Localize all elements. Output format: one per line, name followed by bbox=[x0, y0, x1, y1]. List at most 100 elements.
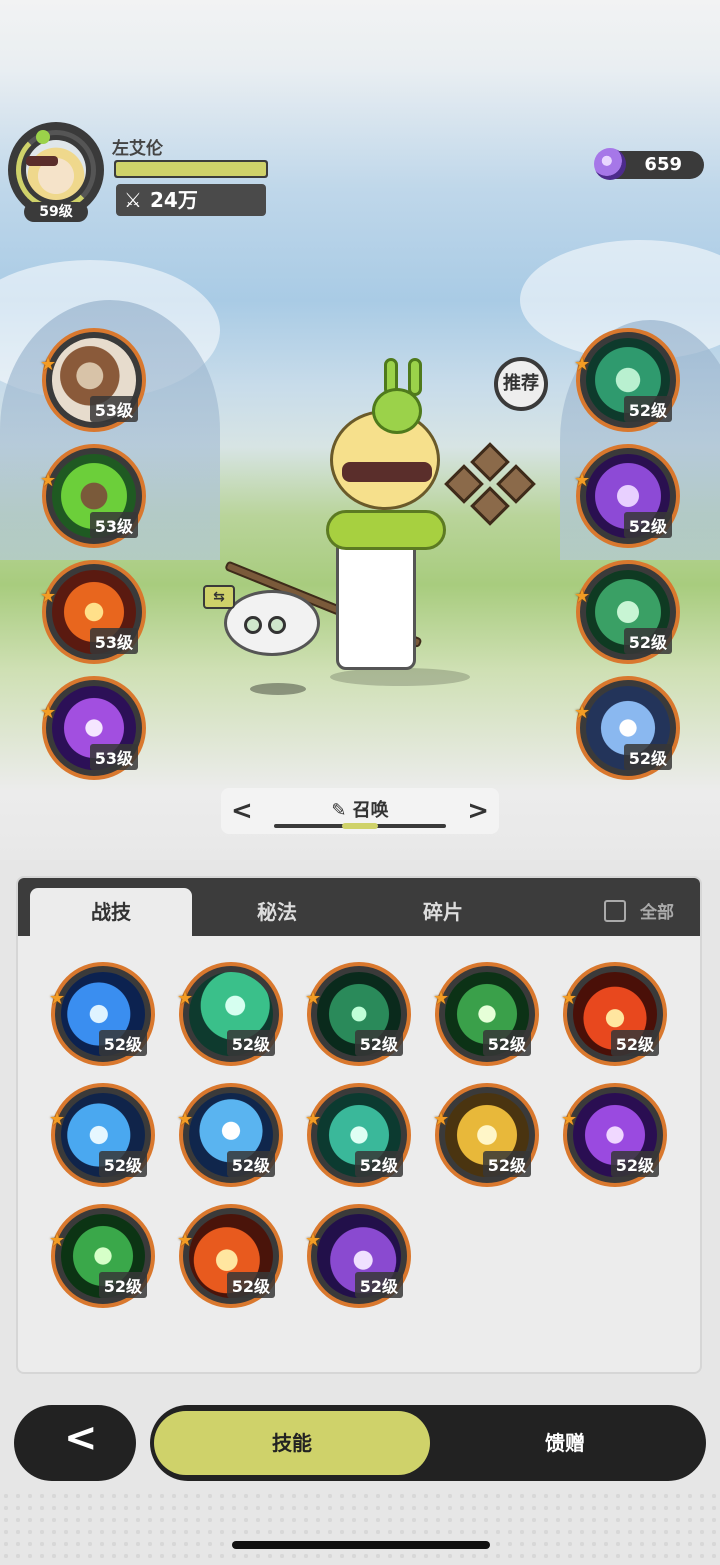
tab-combat-skills[interactable]: 战技 bbox=[30, 888, 192, 936]
star-icon: ★ bbox=[49, 1109, 66, 1130]
skill-level: 53级 bbox=[89, 396, 138, 422]
purple-gem-icon bbox=[594, 148, 626, 180]
equipped-skill-right-2[interactable]: ★ 52级 bbox=[574, 444, 680, 548]
star-icon: ★ bbox=[40, 702, 57, 723]
skill-level: 52级 bbox=[623, 744, 672, 770]
select-all-checkbox[interactable] bbox=[604, 900, 626, 922]
skill-level: 53级 bbox=[89, 744, 138, 770]
skill-level: 52级 bbox=[482, 1151, 531, 1177]
equipped-skill-left-2[interactable]: ★ 53级 bbox=[40, 444, 146, 548]
inventory-skill-5[interactable]: ★ 52级 bbox=[561, 962, 667, 1066]
skill-level: 52级 bbox=[98, 1272, 147, 1298]
tab-skills[interactable]: 技能 bbox=[154, 1411, 430, 1475]
skill-level: 52级 bbox=[623, 512, 672, 538]
tab-gift[interactable]: 馈赠 bbox=[430, 1411, 700, 1475]
selector-label-text: 召唤 bbox=[352, 800, 389, 821]
equipped-skill-left-4[interactable]: ★ 53级 bbox=[40, 676, 146, 780]
skill-level: 52级 bbox=[226, 1151, 275, 1177]
player-name: 左艾伦 bbox=[112, 139, 163, 159]
pet-shadow bbox=[250, 683, 306, 695]
tab-secret-arts[interactable]: 秘法 bbox=[196, 888, 358, 936]
skill-level: 52级 bbox=[226, 1030, 275, 1056]
character-scarf bbox=[326, 510, 446, 550]
skill-level: 52级 bbox=[354, 1151, 403, 1177]
star-icon: ★ bbox=[305, 1230, 322, 1251]
star-icon: ★ bbox=[177, 1230, 194, 1251]
skill-level: 52级 bbox=[98, 1151, 147, 1177]
recommend-button[interactable]: 推荐 bbox=[494, 357, 548, 411]
experience-bar-fill bbox=[116, 162, 266, 176]
combat-power-value: 24万 bbox=[150, 188, 198, 212]
equipped-skill-right-3[interactable]: ★ 52级 bbox=[574, 560, 680, 664]
selector-thumb bbox=[342, 823, 378, 829]
inventory-skill-13[interactable]: ★ 52级 bbox=[305, 1204, 411, 1308]
back-chevron-icon: < bbox=[64, 1415, 98, 1461]
character-shadow bbox=[330, 668, 470, 686]
gem-count: 659 bbox=[644, 154, 682, 175]
selector-label: ✎ 召唤 bbox=[331, 800, 389, 821]
combat-power: ⚔ 24万 bbox=[116, 184, 266, 216]
skill-level: 52级 bbox=[98, 1030, 147, 1056]
bottom-tabbar: 技能 馈赠 bbox=[150, 1405, 706, 1481]
skill-inventory-panel: 战技 秘法 碎片 全部 ★ 52级 ★ 52级 ★ 52级 ★ 52级 ★ 52级 ★ 52级 ★ 52级… bbox=[16, 876, 702, 1374]
equipped-skill-right-4[interactable]: ★ 52级 bbox=[574, 676, 680, 780]
avatar-portrait bbox=[26, 140, 86, 200]
inventory-skill-12[interactable]: ★ 52级 bbox=[177, 1204, 283, 1308]
inventory-skill-2[interactable]: ★ 52级 bbox=[177, 962, 283, 1066]
home-indicator bbox=[232, 1541, 490, 1549]
star-icon: ★ bbox=[177, 1109, 194, 1130]
bunny-ear-right bbox=[408, 358, 422, 396]
inventory-skill-8[interactable]: ★ 52级 bbox=[305, 1083, 411, 1187]
equipped-skill-left-3[interactable]: ★ 53级 bbox=[40, 560, 146, 664]
inventory-skill-4[interactable]: ★ 52级 bbox=[433, 962, 539, 1066]
pet-eye-left bbox=[244, 616, 262, 634]
inventory-skill-1[interactable]: ★ 52级 bbox=[49, 962, 155, 1066]
skill-level: 52级 bbox=[354, 1030, 403, 1056]
avatar-mask-icon bbox=[26, 156, 58, 166]
select-all-label: 全部 bbox=[640, 903, 674, 923]
summon-selector: < ✎ 召唤 > bbox=[221, 788, 499, 834]
star-icon: ★ bbox=[40, 586, 57, 607]
swap-pet-icon[interactable]: ⇆ bbox=[203, 585, 235, 609]
inventory-skill-7[interactable]: ★ 52级 bbox=[177, 1083, 283, 1187]
skill-level: 52级 bbox=[610, 1030, 659, 1056]
skill-level: 52级 bbox=[610, 1151, 659, 1177]
star-icon: ★ bbox=[574, 702, 591, 723]
star-icon: ★ bbox=[574, 354, 591, 375]
player-level-badge: 59级 bbox=[24, 202, 88, 222]
skill-level: 52级 bbox=[482, 1030, 531, 1056]
back-button[interactable]: < bbox=[14, 1405, 136, 1481]
inventory-skill-6[interactable]: ★ 52级 bbox=[49, 1083, 155, 1187]
star-icon: ★ bbox=[561, 988, 578, 1009]
equipped-skill-left-1[interactable]: ★ 53级 bbox=[40, 328, 146, 432]
avatar-bunny-icon bbox=[36, 130, 50, 144]
skill-tabbar: 战技 秘法 碎片 全部 bbox=[18, 878, 700, 936]
tab-fragments[interactable]: 碎片 bbox=[362, 888, 524, 936]
inventory-skill-11[interactable]: ★ 52级 bbox=[49, 1204, 155, 1308]
character-bunny-hat bbox=[372, 388, 422, 434]
skill-level: 52级 bbox=[354, 1272, 403, 1298]
skill-level: 53级 bbox=[89, 512, 138, 538]
star-icon: ★ bbox=[433, 1109, 450, 1130]
star-icon: ★ bbox=[561, 1109, 578, 1130]
pet-eye-right bbox=[268, 616, 286, 634]
skill-level: 52级 bbox=[623, 396, 672, 422]
skill-level: 52级 bbox=[623, 628, 672, 654]
skill-level: 53级 bbox=[89, 628, 138, 654]
star-icon: ★ bbox=[574, 586, 591, 607]
star-icon: ★ bbox=[433, 988, 450, 1009]
inventory-skill-10[interactable]: ★ 52级 bbox=[561, 1083, 667, 1187]
star-icon: ★ bbox=[40, 470, 57, 491]
crossed-swords-icon: ⚔ bbox=[124, 188, 142, 212]
star-icon: ★ bbox=[305, 1109, 322, 1130]
inventory-skill-9[interactable]: ★ 52级 bbox=[433, 1083, 539, 1187]
equipped-skill-right-1[interactable]: ★ 52级 bbox=[574, 328, 680, 432]
experience-bar bbox=[114, 160, 268, 178]
bottom-pattern bbox=[0, 1490, 720, 1565]
star-icon: ★ bbox=[49, 1230, 66, 1251]
skill-level: 52级 bbox=[226, 1272, 275, 1298]
inventory-skill-3[interactable]: ★ 52级 bbox=[305, 962, 411, 1066]
selector-next-button[interactable]: > bbox=[467, 796, 489, 826]
character-mask bbox=[342, 462, 432, 482]
star-icon: ★ bbox=[574, 470, 591, 491]
